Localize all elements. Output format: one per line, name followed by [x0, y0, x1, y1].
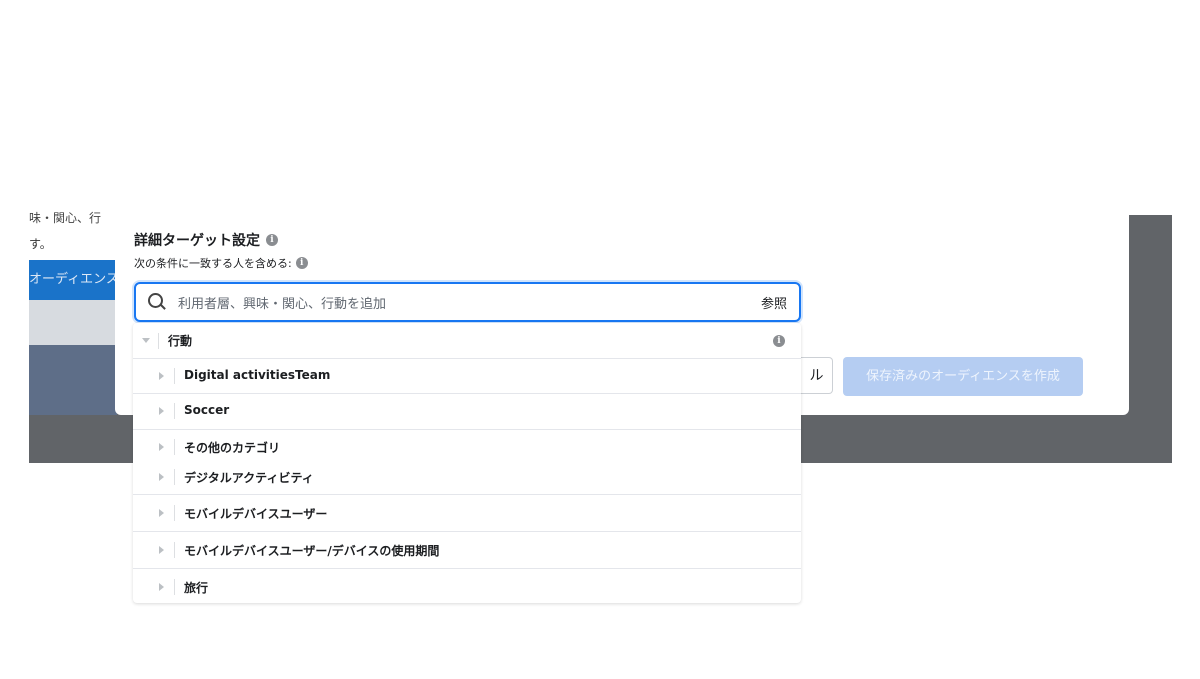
dropdown-item-label: デジタルアクティビティ: [184, 471, 314, 485]
divider: [174, 579, 175, 595]
background-footer-block: [29, 345, 117, 415]
create-saved-audience-button[interactable]: 保存済みのオーディエンスを作成: [843, 357, 1083, 396]
caret-right-icon[interactable]: [159, 443, 164, 451]
background-text-fragment-2: す。: [29, 237, 52, 251]
include-label-text: 次の条件に一致する人を含める:: [134, 257, 292, 270]
browse-button[interactable]: 参照: [761, 293, 787, 312]
caret-right-icon[interactable]: [159, 509, 164, 517]
include-label: 次の条件に一致する人を含める: i: [134, 255, 308, 271]
dropdown-item[interactable]: 旅行: [133, 569, 801, 603]
divider: [158, 333, 159, 349]
dropdown-item-label: モバイルデバイスユーザー/デバイスの使用期間: [184, 544, 440, 558]
background-text-fragment: 味・関心、行: [29, 211, 102, 225]
dropdown-item-label: モバイルデバイスユーザー: [184, 507, 328, 521]
info-icon[interactable]: i: [773, 335, 785, 347]
divider: [174, 403, 175, 419]
dropdown-item-label: Digital activitiesTeam: [184, 368, 331, 382]
divider: [174, 368, 175, 384]
caret-right-icon[interactable]: [159, 372, 164, 380]
targeting-search-input[interactable]: 利用者層、興味・関心、行動を追加 参照: [134, 282, 801, 322]
category-header-behaviors[interactable]: 行動 i: [133, 323, 801, 359]
caret-right-icon[interactable]: [159, 546, 164, 554]
dropdown-item[interactable]: Digital activitiesTeam: [133, 359, 801, 394]
dropdown-item-group[interactable]: その他のカテゴリ デジタルアクティビティ: [133, 430, 801, 495]
dropdown-item-label: Soccer: [184, 403, 230, 417]
info-icon[interactable]: i: [295, 257, 308, 269]
caret-down-icon[interactable]: [142, 338, 150, 343]
caret-right-icon[interactable]: [159, 407, 164, 415]
targeting-dropdown: 行動 i Digital activitiesTeam Soccer その他のカ…: [133, 323, 801, 603]
background-audience-button: オーディエンス: [29, 260, 117, 300]
background-block: [29, 300, 117, 345]
divider: [174, 439, 175, 455]
dropdown-item-label: 旅行: [184, 581, 209, 595]
search-placeholder: 利用者層、興味・関心、行動を追加: [178, 297, 387, 312]
divider: [174, 542, 175, 558]
category-label: 行動: [168, 334, 193, 348]
divider: [174, 505, 175, 521]
detailed-targeting-title: 詳細ターゲット設定 i: [134, 230, 278, 250]
divider: [174, 469, 175, 485]
background-panel: 味・関心、行 す。 オーディエンス: [29, 211, 117, 345]
info-icon[interactable]: i: [266, 234, 278, 246]
cancel-button[interactable]: ル: [801, 357, 833, 394]
caret-right-icon[interactable]: [159, 473, 164, 481]
dropdown-item[interactable]: モバイルデバイスユーザー: [133, 495, 801, 532]
caret-right-icon[interactable]: [159, 583, 164, 591]
dropdown-item[interactable]: モバイルデバイスユーザー/デバイスの使用期間: [133, 532, 801, 569]
dropdown-item-label: その他のカテゴリ: [184, 441, 281, 455]
detailed-targeting-title-text: 詳細ターゲット設定: [134, 233, 260, 249]
dropdown-item[interactable]: Soccer: [133, 394, 801, 430]
search-icon: [148, 293, 163, 308]
